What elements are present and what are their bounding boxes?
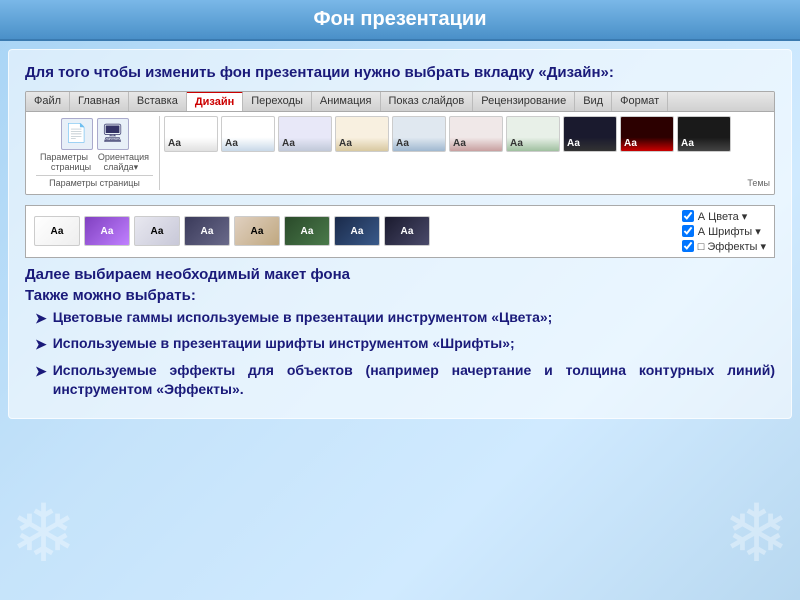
tab-view[interactable]: Вид: [575, 92, 612, 111]
bullet-arrow-2: ➤: [35, 335, 47, 355]
theme-sm-4[interactable]: Аа: [184, 216, 230, 246]
section1-text: Далее выбираем необходимый макет фона: [25, 266, 775, 283]
ribbon-body: 📄 🖥 Параметры Ориентациястраницы слайда▾…: [26, 112, 774, 194]
option-effects-checkbox[interactable]: [682, 240, 694, 252]
bullet-item-1: ➤ Цветовые гаммы используемые в презента…: [35, 308, 775, 329]
title-bar: Фон презентации: [0, 0, 800, 41]
page-setup-label: Параметры Ориентациястраницы слайда▾: [40, 152, 149, 173]
bullet-item-3: ➤ Используемые эффекты для объектов (нап…: [35, 361, 775, 400]
theme-sm-7[interactable]: Аа: [334, 216, 380, 246]
bullet-text-3: Используемые эффекты для объектов (напри…: [53, 361, 775, 400]
page-title: Фон презентации: [313, 8, 486, 30]
main-content: Для того чтобы изменить фон презентации …: [8, 49, 792, 419]
tab-insert[interactable]: Вставка: [129, 92, 187, 111]
option-colors-label: А Цвета ▾: [698, 210, 748, 223]
bullet-item-2: ➤ Используемые в презентации шрифты инст…: [35, 334, 775, 355]
tab-review[interactable]: Рецензирование: [473, 92, 575, 111]
theme-10[interactable]: Аа: [677, 116, 731, 152]
bullet-arrow-1: ➤: [35, 309, 47, 329]
tab-design[interactable]: Дизайн: [187, 91, 243, 111]
section2-text: Также можно выбрать:: [25, 287, 775, 304]
tab-file[interactable]: Файл: [26, 92, 70, 111]
tab-slideshow[interactable]: Показ слайдов: [381, 92, 474, 111]
theme-7[interactable]: Аа: [506, 116, 560, 152]
page-setup-group-label: Параметры страницы: [36, 175, 153, 188]
theme-sm-8[interactable]: Аа: [384, 216, 430, 246]
ribbon-container: Файл Главная Вставка Дизайн Переходы Ани…: [25, 91, 775, 195]
theme-5[interactable]: Аа: [392, 116, 446, 152]
bullet-text-2: Используемые в презентации шрифты инстру…: [53, 334, 515, 354]
themes-label: Темы: [747, 178, 770, 190]
theme-3[interactable]: Аа: [278, 116, 332, 152]
tab-transitions[interactable]: Переходы: [243, 92, 312, 111]
theme-sm-1[interactable]: Аа: [34, 216, 80, 246]
page-setup-icons: 📄 🖥: [61, 118, 129, 150]
option-effects-label: □ Эффекты ▾: [698, 240, 766, 253]
page-params-icon[interactable]: 📄: [61, 118, 93, 150]
theme-sm-5[interactable]: Аа: [234, 216, 280, 246]
tab-animation[interactable]: Анимация: [312, 92, 381, 111]
theme-6[interactable]: Аа: [449, 116, 503, 152]
theme-sm-6[interactable]: Аа: [284, 216, 330, 246]
theme-sm-3[interactable]: Аа: [134, 216, 180, 246]
slide-orient-icon[interactable]: 🖥: [97, 118, 129, 150]
theme-9[interactable]: Аа: [620, 116, 674, 152]
bullet-arrow-3: ➤: [35, 362, 47, 382]
theme-options-panel: А Цвета ▾ А Шрифты ▾ □ Эффекты ▾: [682, 210, 766, 253]
option-fonts-row: А Шрифты ▾: [682, 225, 766, 238]
theme-sm-2[interactable]: Аа: [84, 216, 130, 246]
theme-8[interactable]: Аа: [563, 116, 617, 152]
theme-2[interactable]: Аа: [221, 116, 275, 152]
tab-format[interactable]: Формат: [612, 92, 668, 111]
bullet-text-1: Цветовые гаммы используемые в презентаци…: [53, 308, 553, 328]
ribbon-themes: Аа Аа Аа Аа Аа Аа Аа Аа Аа Аа: [164, 116, 743, 190]
tab-home[interactable]: Главная: [70, 92, 129, 111]
ribbon-tabs: Файл Главная Вставка Дизайн Переходы Ани…: [26, 92, 774, 112]
bullet-list: ➤ Цветовые гаммы используемые в презента…: [35, 308, 775, 400]
option-colors-row: А Цвета ▾: [682, 210, 766, 223]
option-colors-checkbox[interactable]: [682, 210, 694, 222]
ribbon-second: Аа Аа Аа Аа Аа Аа Аа Аа А Цвета ▾ А Шриф…: [25, 205, 775, 258]
theme-4[interactable]: Аа: [335, 116, 389, 152]
theme-1[interactable]: Аа: [164, 116, 218, 152]
intro-text: Для того чтобы изменить фон презентации …: [25, 62, 775, 85]
option-fonts-checkbox[interactable]: [682, 225, 694, 237]
option-fonts-label: А Шрифты ▾: [698, 225, 761, 238]
option-effects-row: □ Эффекты ▾: [682, 240, 766, 253]
ribbon-group-page-setup: 📄 🖥 Параметры Ориентациястраницы слайда▾…: [30, 116, 160, 190]
